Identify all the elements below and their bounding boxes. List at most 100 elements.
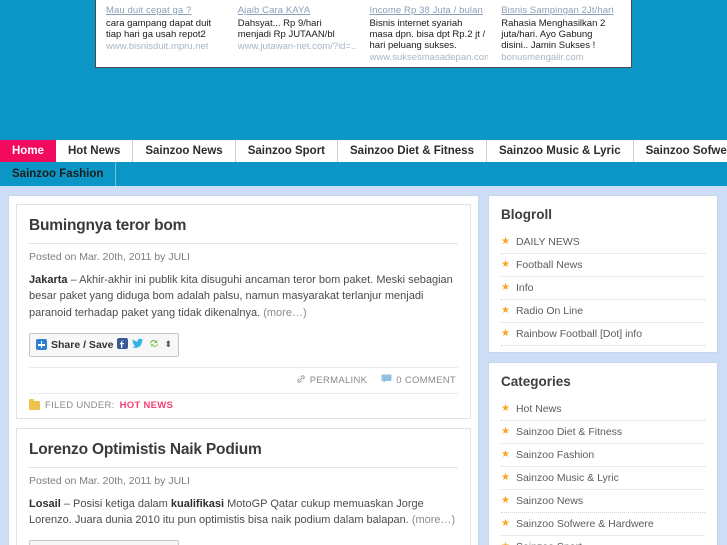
nav-item-sainzoo-diet-fitness[interactable]: Sainzoo Diet & Fitness — [338, 140, 487, 162]
post-excerpt: Jakarta – Akhir-akhir ini publik kita di… — [29, 272, 458, 321]
nav-row-secondary: Sainzoo Fashion — [0, 162, 727, 186]
filed-under-label: FILED UNDER: — [45, 399, 115, 411]
plus-icon — [36, 339, 47, 351]
list-item-label: Hot News — [515, 403, 562, 415]
ad-url: www.jutawan-net.com/?id=.. — [237, 41, 357, 53]
ad-title[interactable]: Ajaib Cara KAYA — [238, 5, 357, 16]
nav-filler — [116, 162, 727, 186]
share-save-button[interactable]: Share / Save — [29, 540, 180, 545]
nav-item-sainzoo-sofwere-hardwere[interactable]: Sainzoo Sofwere & Hardwere — [634, 140, 727, 162]
sidebar: Blogroll ★ DAILY NEWS ★ Football News ★ … — [488, 195, 718, 545]
list-item-label: Sainzoo Sofwere & Hardwere — [515, 518, 654, 530]
permalink-label: PERMALINK — [309, 374, 368, 386]
widget-blogroll: Blogroll ★ DAILY NEWS ★ Football News ★ … — [488, 195, 718, 353]
post-text: – Posisi ketiga dalam — [60, 497, 171, 510]
ad-url: www.suksesmasadepan.com — [369, 52, 489, 64]
star-icon: ★ — [501, 426, 510, 437]
star-icon: ★ — [501, 495, 510, 506]
post-meta: Posted on Mar. 20th, 2011 by JULI — [29, 466, 458, 487]
nav-item-sainzoo-music-lyric[interactable]: Sainzoo Music & Lyric — [487, 140, 634, 162]
ad-description: cara gampang dapat duit tiap hari ga usa… — [106, 18, 212, 41]
star-icon: ★ — [501, 472, 510, 483]
nav-item-sainzoo-sport[interactable]: Sainzoo Sport — [236, 140, 338, 162]
nav-item-sainzoo-fashion[interactable]: Sainzoo Fashion — [0, 162, 117, 186]
list-item[interactable]: ★ Info — [501, 277, 705, 300]
list-item-label: Rainbow Football [Dot] info — [515, 328, 643, 340]
ad-title[interactable]: Mau duit cepat ga ? — [106, 5, 225, 16]
permalink-link[interactable]: PERMALINK — [296, 374, 368, 387]
chevron-updown-icon[interactable]: ⬍ — [164, 340, 172, 349]
widget-title: Blogroll — [501, 207, 552, 222]
list-item[interactable]: ★ Sainzoo Sport — [501, 536, 705, 545]
ad-description: Dahsyat... Rp 9/hari menjadi Rp JUTAAN/b… — [237, 18, 335, 41]
post-meta: Posted on Mar. 20th, 2011 by JULI — [29, 243, 458, 263]
post-article: Lorenzo Optimistis Naik Podium Posted on… — [16, 427, 471, 545]
ad-unit[interactable]: Income Rp 38 Juta / bulan Bisnis interne… — [364, 5, 496, 67]
comment-label: 0 COMMENT — [396, 374, 456, 386]
post-title[interactable]: Bumingnya teror bom — [29, 217, 458, 235]
comment-link[interactable]: 0 COMMENT — [381, 374, 456, 386]
ad-title[interactable]: Income Rp 38 Juta / bulan — [370, 5, 489, 16]
post-title[interactable]: Lorenzo Optimistis Naik Podium — [29, 441, 458, 459]
ad-banner: Mau duit cepat ga ? cara gampang dapat d… — [95, 0, 632, 68]
list-item[interactable]: ★ Radio On Line — [501, 300, 705, 323]
page-body: Bumingnya teror bom Posted on Mar. 20th,… — [0, 186, 727, 545]
comment-icon — [381, 374, 392, 386]
post-article: Bumingnya teror bom Posted on Mar. 20th,… — [16, 204, 471, 419]
list-item-label: Sainzoo Music & Lyric — [515, 472, 619, 484]
list-item-label: Sainzoo Diet & Fitness — [515, 426, 623, 438]
nav-item-sainzoo-news[interactable]: Sainzoo News — [133, 140, 236, 162]
share-more-icon[interactable] — [148, 336, 160, 354]
ad-description: Bisnis internet syariah masa dpn. bisa d… — [369, 18, 486, 52]
blogroll-list: ★ DAILY NEWS ★ Football News ★ Info ★ Ra… — [501, 231, 705, 346]
share-save-button[interactable]: Share / Save — [29, 332, 180, 357]
folder-icon — [29, 398, 40, 410]
ad-unit[interactable]: Bisnis Sampingan 2Jt/hari Rahasia Mengha… — [495, 5, 627, 67]
twitter-icon[interactable] — [132, 336, 144, 354]
link-icon — [296, 374, 306, 387]
list-item[interactable]: ★ Football News — [501, 254, 705, 277]
filed-under: FILED UNDER: HOT NEWS — [29, 392, 458, 418]
star-icon: ★ — [501, 518, 510, 529]
ad-title[interactable]: Bisnis Sampingan 2Jt/hari — [501, 5, 620, 16]
nav-item-home[interactable]: Home — [0, 140, 56, 162]
post-text-bold: kualifikasi — [170, 497, 225, 510]
ad-url: bonusmengalir.com — [501, 52, 584, 64]
widget-title: Categories — [501, 374, 571, 389]
site-header: Mau duit cepat ga ? cara gampang dapat d… — [0, 0, 727, 162]
ad-url: www.bisnisduit.mpru.net — [106, 41, 209, 53]
star-icon: ★ — [501, 236, 510, 247]
ad-unit[interactable]: Ajaib Cara KAYA Dahsyat... Rp 9/hari men… — [232, 5, 364, 67]
list-item[interactable]: ★ Sainzoo News — [501, 490, 705, 513]
ad-description: Rahasia Menghasilkan 2 juta/hari. Ayo Ga… — [501, 18, 606, 52]
list-item-label: Sainzoo News — [515, 495, 584, 507]
post-category-link[interactable]: HOT NEWS — [120, 400, 174, 411]
list-item[interactable]: ★ Sainzoo Fashion — [501, 444, 705, 467]
post-more-link[interactable]: (more…) — [412, 514, 455, 526]
star-icon: ★ — [501, 259, 510, 270]
post-lead: Losail — [29, 497, 61, 510]
list-item[interactable]: ★ Sainzoo Sofwere & Hardwere — [501, 513, 705, 536]
post-footer: PERMALINK 0 COMMENT — [29, 366, 458, 393]
list-item-label: Info — [515, 282, 534, 294]
list-item-label: Football News — [515, 259, 583, 271]
main-content: Bumingnya teror bom Posted on Mar. 20th,… — [8, 195, 479, 545]
list-item[interactable]: ★ Sainzoo Diet & Fitness — [501, 421, 705, 444]
list-item[interactable]: ★ Sainzoo Music & Lyric — [501, 467, 705, 490]
star-icon: ★ — [501, 282, 510, 293]
list-item-label: DAILY NEWS — [515, 236, 580, 248]
widget-categories: Categories ★ Hot News ★ Sainzoo Diet & F… — [488, 362, 718, 545]
list-item[interactable]: ★ Rainbow Football [Dot] info — [501, 323, 705, 346]
list-item[interactable]: ★ Hot News — [501, 398, 705, 421]
list-item-label: Sainzoo Sport — [516, 541, 582, 545]
star-icon: ★ — [501, 403, 510, 414]
post-text: – Akhir-akhir ini publik kita disuguhi a… — [29, 274, 453, 319]
nav-item-hot-news[interactable]: Hot News — [56, 140, 134, 162]
ad-unit[interactable]: Mau duit cepat ga ? cara gampang dapat d… — [100, 5, 232, 67]
nav-row-primary: Home Hot News Sainzoo News Sainzoo Sport… — [0, 140, 727, 162]
star-icon: ★ — [501, 449, 510, 460]
post-more-link[interactable]: (more…) — [263, 307, 306, 319]
list-item[interactable]: ★ DAILY NEWS — [501, 231, 705, 254]
facebook-icon[interactable] — [117, 336, 129, 354]
share-label: Share / Save — [51, 338, 114, 351]
